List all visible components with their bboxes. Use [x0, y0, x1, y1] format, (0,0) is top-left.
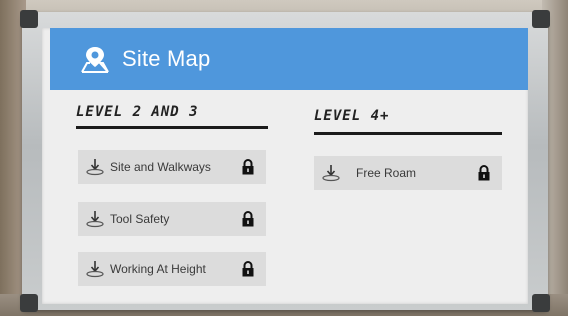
list-item-site-and-walkways[interactable]: Site and Walkways	[78, 150, 266, 184]
section-title-level-2-3: LEVEL 2 AND 3	[76, 104, 199, 120]
list-item-label: Free Roam	[356, 166, 417, 180]
lock-icon	[242, 159, 254, 175]
list-item-label: Tool Safety	[110, 212, 170, 226]
header-bar: Site Map	[50, 28, 528, 90]
lock-icon	[242, 261, 254, 277]
frame-corner	[20, 294, 38, 312]
frame-corner	[532, 10, 550, 28]
list-item-free-roam[interactable]: Free Roam	[314, 156, 502, 190]
lock-icon	[242, 211, 254, 227]
lock-icon	[478, 165, 490, 181]
section-divider	[76, 126, 268, 129]
page-title: Site Map	[122, 46, 211, 71]
download-icon	[86, 159, 104, 176]
map-pin-icon	[81, 47, 109, 73]
frame-corner	[20, 10, 38, 28]
frame-corner	[532, 294, 550, 312]
list-item-label: Working At Height	[110, 262, 206, 276]
section-title-level-4-plus: LEVEL 4+	[314, 108, 390, 124]
list-item-working-at-height[interactable]: Working At Height	[78, 252, 266, 286]
download-icon	[86, 261, 104, 278]
site-map-panel: Site Map LEVEL 2 AND 3 Site and Walkways…	[42, 28, 528, 304]
list-item-tool-safety[interactable]: Tool Safety	[78, 202, 266, 236]
section-divider	[314, 132, 502, 135]
list-item-label: Site and Walkways	[110, 160, 211, 174]
download-icon	[86, 211, 104, 228]
download-icon	[322, 165, 340, 182]
